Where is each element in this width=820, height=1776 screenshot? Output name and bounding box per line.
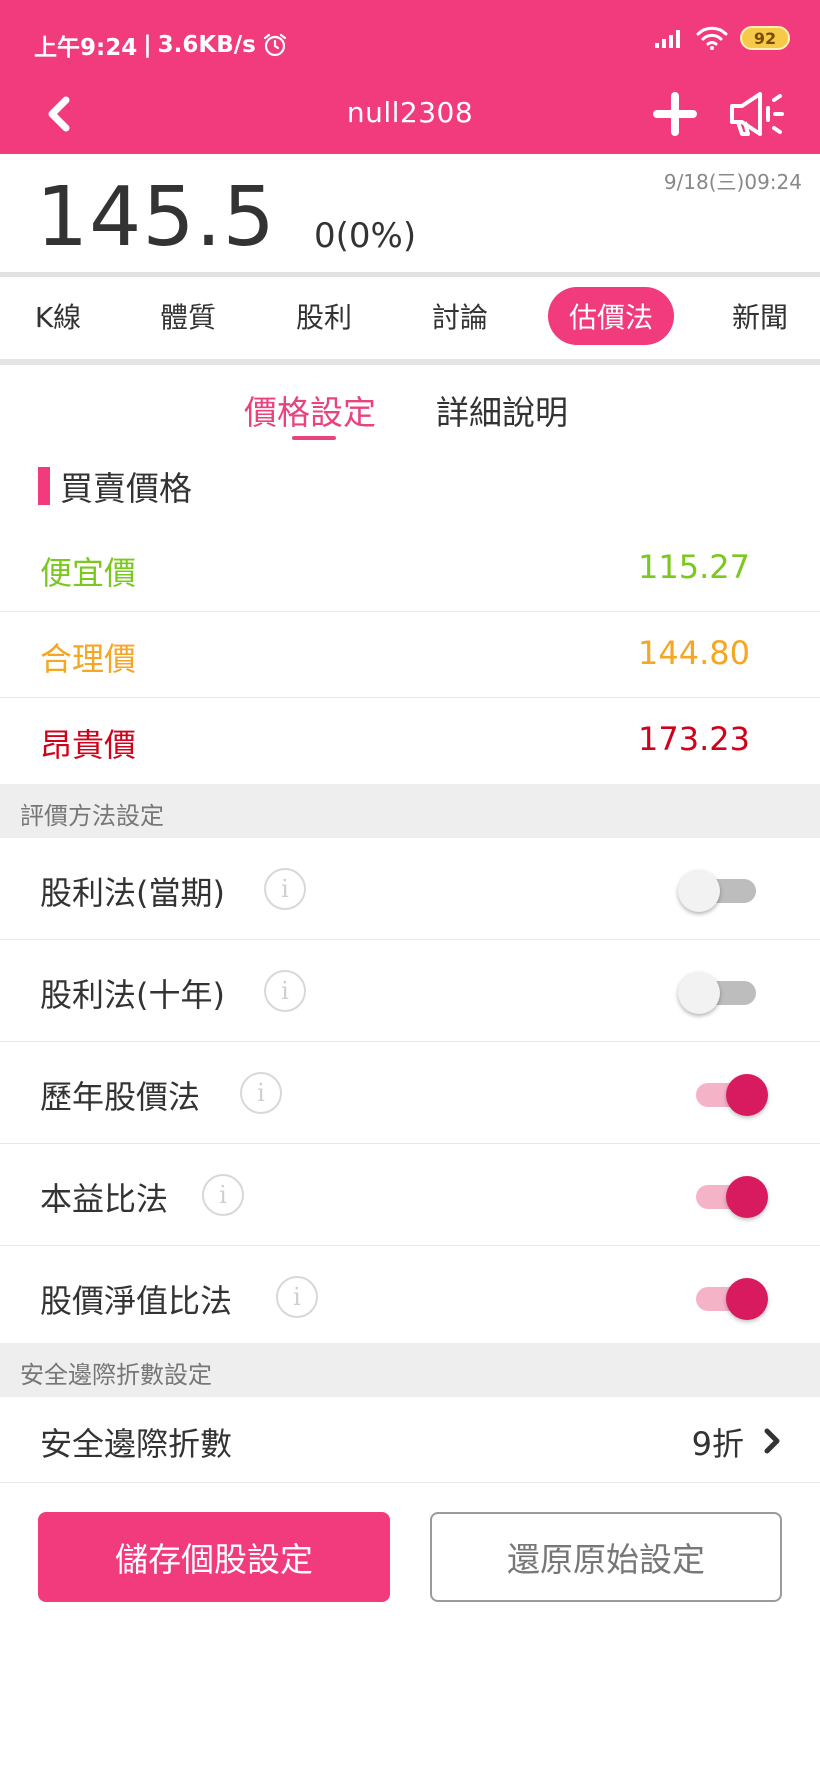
- method-toggle-pb-ratio[interactable]: [696, 1278, 768, 1320]
- method-label: 歷年股價法: [40, 1078, 201, 1116]
- info-icon[interactable]: i: [202, 1174, 244, 1216]
- status-bar: 上午9:24 | 3.6KB/s 92: [0, 0, 820, 80]
- safety-margin-value: 9折: [691, 1425, 744, 1463]
- info-icon[interactable]: i: [240, 1072, 282, 1114]
- tab-dividend[interactable]: 股利: [284, 287, 364, 345]
- wifi-icon: [696, 26, 728, 50]
- price-value: 173.23: [638, 720, 750, 758]
- safety-margin-row[interactable]: 安全邊際折數 9折: [0, 1397, 820, 1483]
- price-change: 0(0%): [314, 216, 417, 256]
- method-label: 股利法(十年): [40, 976, 225, 1014]
- safety-margin-label: 安全邊際折數: [40, 1425, 233, 1463]
- megaphone-icon[interactable]: [726, 88, 784, 140]
- save-settings-button[interactable]: 儲存個股設定: [38, 1512, 390, 1602]
- divider: [0, 359, 820, 365]
- tab-news[interactable]: 新聞: [720, 287, 800, 345]
- top-app-bar: 上午9:24 | 3.6KB/s 92 null2308: [0, 0, 820, 154]
- status-divider: |: [143, 32, 152, 58]
- tab-discussion[interactable]: 討論: [420, 287, 500, 345]
- stock-price: 145.5: [36, 170, 276, 265]
- heading-accent-bar: [38, 467, 50, 505]
- status-speed: 3.6KB/s: [157, 32, 256, 58]
- method-row-dividend-ten-year: 股利法(十年) i: [0, 940, 820, 1042]
- status-time: 上午9:24: [34, 35, 138, 61]
- info-icon[interactable]: i: [264, 970, 306, 1012]
- price-label: 便宜價: [40, 554, 137, 592]
- subtab-price-settings[interactable]: 價格設定: [244, 386, 376, 434]
- price-row-cheap: 便宜價 115.27: [0, 526, 820, 612]
- tab-valuation[interactable]: 估價法: [548, 287, 674, 345]
- method-toggle-historical-price[interactable]: [696, 1074, 768, 1116]
- method-row-pe-ratio: 本益比法 i: [0, 1144, 820, 1246]
- chevron-right-icon: [764, 1428, 780, 1454]
- tab-kline[interactable]: K線: [18, 287, 98, 345]
- price-row-fair: 合理價 144.80: [0, 612, 820, 698]
- info-icon[interactable]: i: [276, 1276, 318, 1318]
- method-row-pb-ratio: 股價淨值比法 i: [0, 1246, 820, 1348]
- signal-icon: [655, 30, 680, 48]
- subtab-details[interactable]: 詳細說明: [436, 386, 568, 434]
- reset-settings-button[interactable]: 還原原始設定: [430, 1512, 782, 1602]
- nav-bar: null2308: [0, 80, 820, 154]
- price-value: 115.27: [638, 548, 750, 586]
- alarm-icon: [263, 33, 286, 57]
- sub-tab-bar: 價格設定 詳細說明: [0, 386, 820, 446]
- info-icon[interactable]: i: [264, 868, 306, 910]
- quote-panel: 145.5 0(0%) 9/18(三)09:24: [0, 154, 820, 272]
- method-row-historical-price: 歷年股價法 i: [0, 1042, 820, 1144]
- margin-section-header: 安全邊際折數設定: [0, 1343, 820, 1397]
- method-toggle-dividend-current[interactable]: [678, 870, 756, 912]
- tab-bar: K線 體質 股利 討論 估價法 新聞: [0, 277, 820, 359]
- methods-section-header: 評價方法設定: [0, 784, 820, 838]
- quote-datetime: 9/18(三)09:24: [663, 170, 802, 194]
- method-label: 本益比法: [40, 1180, 169, 1218]
- price-label: 合理價: [40, 640, 137, 678]
- price-label: 昂貴價: [40, 726, 137, 764]
- price-row-expensive: 昂貴價 173.23: [0, 698, 820, 784]
- active-subtab-indicator: [292, 436, 336, 440]
- prices-heading-label: 買賣價格: [60, 469, 192, 508]
- method-toggle-dividend-ten-year[interactable]: [678, 972, 756, 1014]
- method-row-dividend-current: 股利法(當期) i: [0, 838, 820, 940]
- status-right: 92: [654, 26, 790, 50]
- prices-heading: 買賣價格: [38, 464, 192, 508]
- margin-heading: 安全邊際折數設定: [20, 1361, 212, 1389]
- method-label: 股價淨值比法: [40, 1282, 233, 1320]
- status-left: 上午9:24 | 3.6KB/s: [34, 28, 288, 62]
- method-toggle-pe-ratio[interactable]: [696, 1176, 768, 1218]
- price-value: 144.80: [638, 634, 750, 672]
- add-icon[interactable]: [651, 90, 699, 138]
- methods-heading: 評價方法設定: [20, 802, 164, 830]
- battery-icon: 92: [740, 26, 790, 50]
- tab-fundamentals[interactable]: 體質: [148, 287, 228, 345]
- method-label: 股利法(當期): [40, 874, 225, 912]
